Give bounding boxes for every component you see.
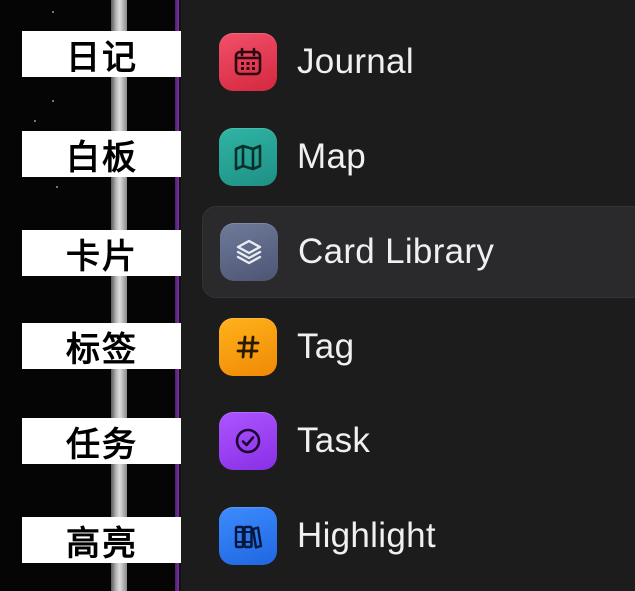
layers-icon [220, 223, 278, 281]
caption-whiteboard: 白板 [22, 131, 182, 178]
speck [52, 11, 54, 13]
menu-item-journal[interactable]: Journal [202, 16, 635, 108]
menu-item-card-library[interactable]: Card Library [202, 206, 635, 298]
menu-item-label: Map [297, 137, 366, 176]
menu-item-label: Journal [297, 42, 414, 81]
menu-item-label: Task [297, 421, 371, 460]
menu-item-map[interactable]: Map [202, 111, 635, 203]
menu-item-label: Highlight [297, 516, 436, 555]
caption-highlight: 高亮 [22, 517, 182, 564]
speck [52, 100, 54, 102]
map-icon [219, 128, 277, 186]
books-icon [219, 507, 277, 565]
left-dark-strip [0, 0, 180, 591]
caption-task: 任务 [22, 418, 182, 465]
menu-item-label: Tag [297, 327, 355, 366]
app-menu-panel: Journal Map Card Library Tag Task Highli… [181, 0, 635, 591]
calendar-icon [219, 33, 277, 91]
menu-item-task[interactable]: Task [202, 395, 635, 487]
hash-icon [219, 318, 277, 376]
caption-journal: 日记 [22, 31, 182, 78]
menu-item-highlight[interactable]: Highlight [202, 490, 635, 582]
check-circle-icon [219, 412, 277, 470]
screenshot-stage: 日记 白板 卡片 标签 任务 高亮 Journal Map Card Libra… [0, 0, 635, 591]
caption-tag: 标签 [22, 323, 182, 370]
vertical-stripe [111, 0, 127, 591]
caption-card: 卡片 [22, 230, 182, 277]
menu-item-tag[interactable]: Tag [202, 301, 635, 393]
speck [34, 120, 36, 122]
menu-item-label: Card Library [298, 232, 495, 271]
speck [56, 186, 58, 188]
